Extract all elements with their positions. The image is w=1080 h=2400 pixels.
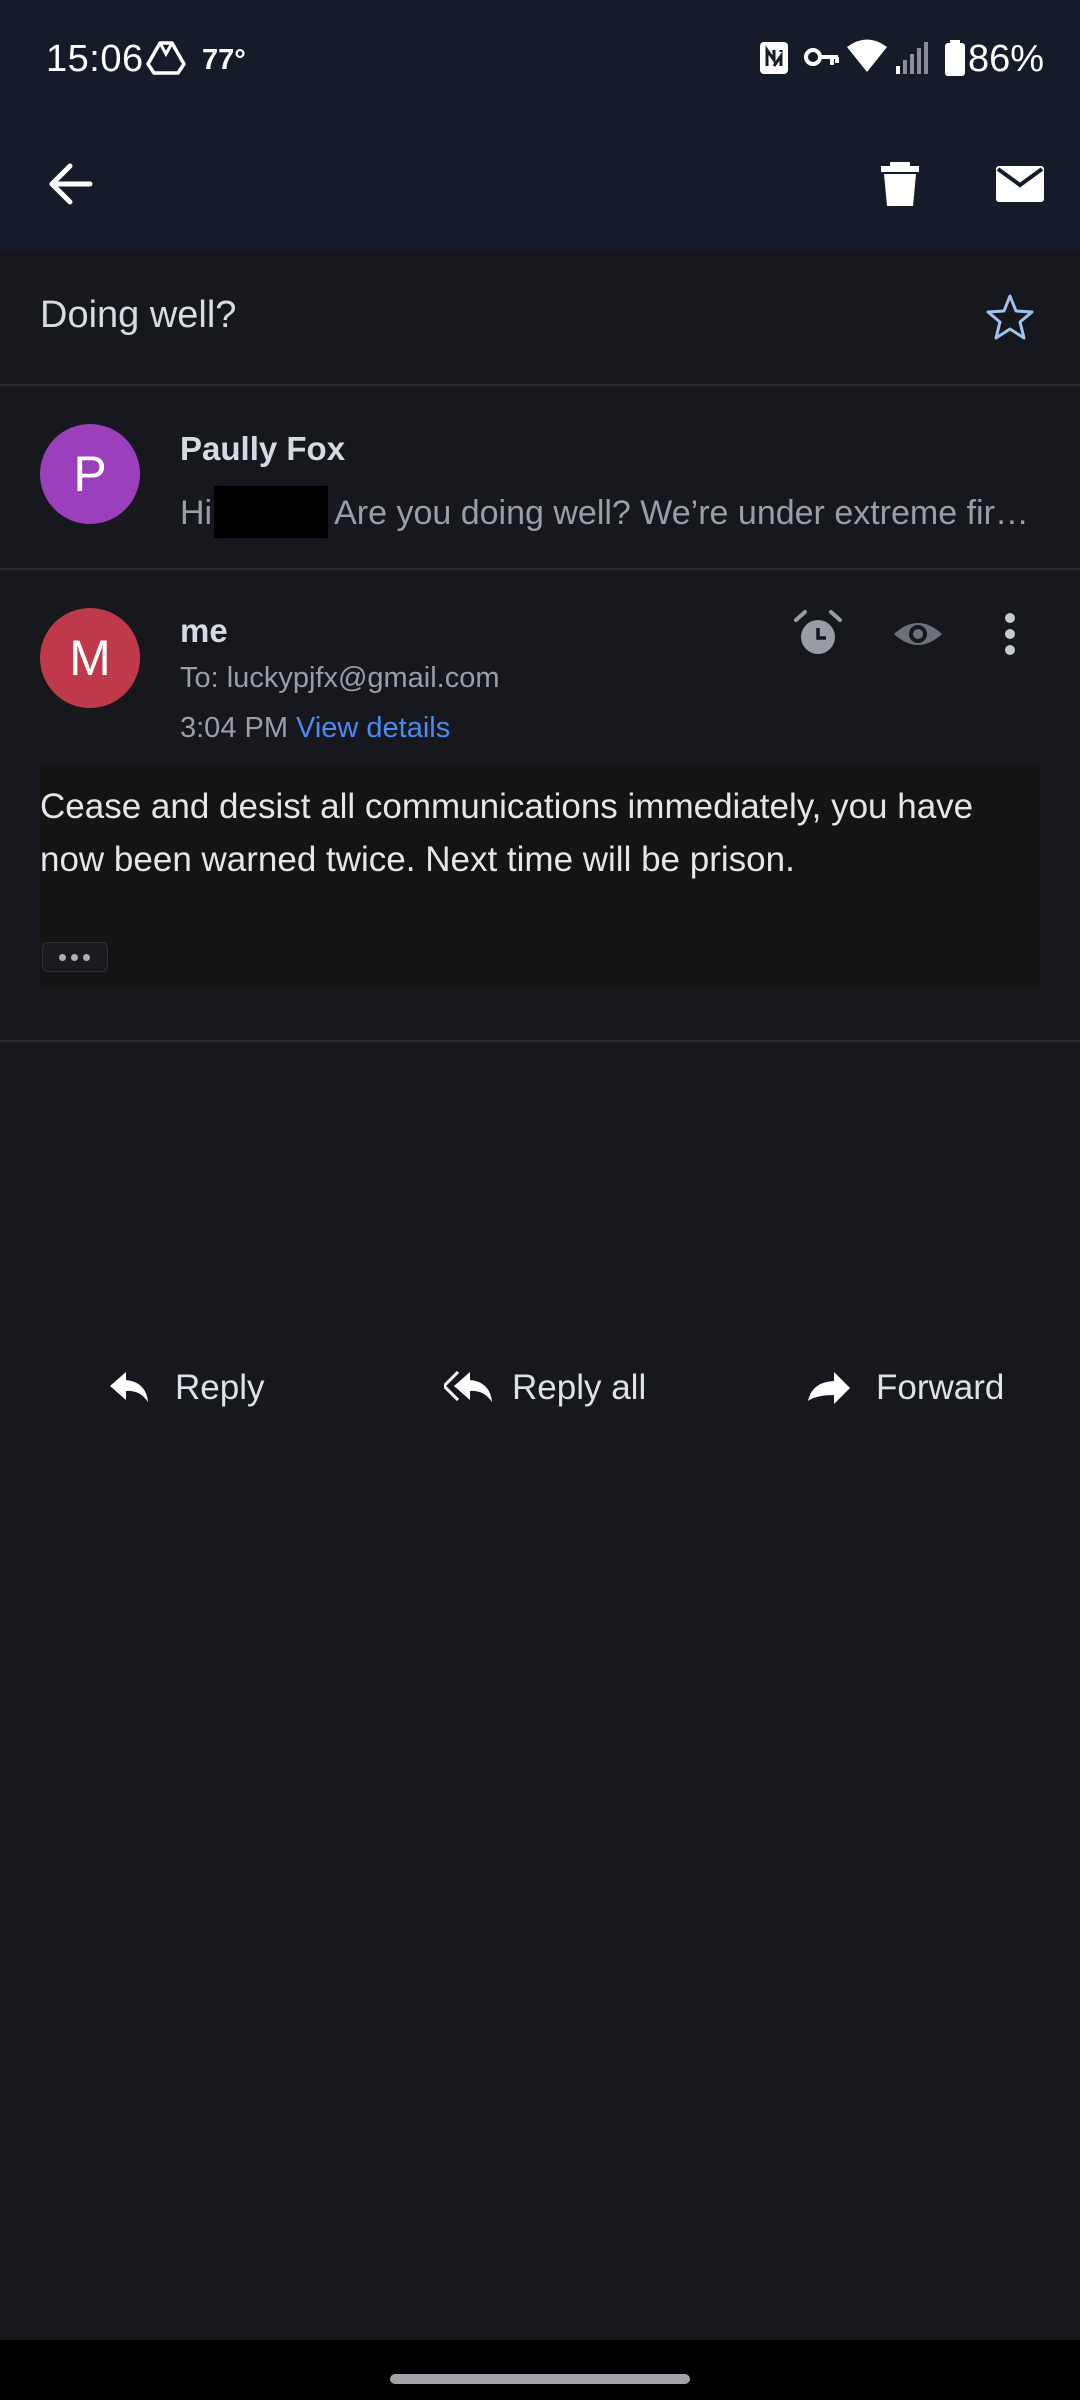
avatar: P bbox=[40, 424, 140, 524]
star-button[interactable] bbox=[980, 288, 1040, 348]
reply-all-icon bbox=[444, 1370, 492, 1402]
snippet-greeting: Hi bbox=[180, 494, 213, 532]
email-thread-screen: 15:06 77° 86% Doing well? P Paully Fox H… bbox=[0, 0, 1080, 2400]
reply-all-button[interactable]: Reply all bbox=[444, 1362, 664, 1418]
wifi-icon bbox=[847, 39, 887, 72]
vpn-key-icon bbox=[804, 48, 839, 66]
back-button[interactable] bbox=[40, 152, 104, 216]
trash-icon bbox=[881, 162, 919, 206]
collapsed-message[interactable]: P Paully Fox Hi Are you doing well? We’re… bbox=[0, 386, 1080, 570]
mark-unread-button[interactable] bbox=[988, 152, 1052, 216]
reply-button[interactable]: Reply bbox=[108, 1362, 268, 1418]
message-body: Cease and desist all communications imme… bbox=[40, 766, 1040, 988]
battery-icon bbox=[945, 40, 965, 76]
message-meta: 3:04 PM View details bbox=[180, 712, 450, 745]
system-navigation-bar bbox=[0, 2340, 1080, 2400]
status-time: 15:06 bbox=[46, 38, 144, 80]
avatar: M bbox=[40, 608, 140, 708]
expanded-message: M me To: luckypjfx@gmail.com 3:04 PM View… bbox=[0, 570, 1080, 1042]
reply-all-label: Reply all bbox=[512, 1368, 647, 1407]
tracking-button[interactable] bbox=[888, 606, 948, 662]
reply-icon bbox=[110, 1372, 148, 1402]
thread-subject: Doing well? bbox=[40, 294, 237, 336]
ellipsis-dot bbox=[59, 954, 66, 961]
more-vert-icon bbox=[1005, 613, 1015, 655]
drive-icon bbox=[146, 41, 186, 75]
sender-name: me bbox=[180, 612, 228, 649]
view-details-link[interactable]: View details bbox=[296, 712, 450, 744]
star-outline-icon bbox=[986, 294, 1034, 340]
nfc-icon bbox=[760, 42, 788, 74]
ellipsis-dot bbox=[83, 954, 90, 961]
reply-label: Reply bbox=[175, 1368, 265, 1407]
show-quoted-text-button[interactable] bbox=[42, 942, 108, 972]
message-body-text: Cease and desist all communications imme… bbox=[40, 787, 974, 879]
ellipsis-dot bbox=[71, 954, 78, 961]
recipient-line: To: luckypjfx@gmail.com bbox=[180, 662, 500, 694]
eye-icon bbox=[894, 623, 942, 645]
forward-label: Forward bbox=[876, 1368, 1005, 1407]
delete-button[interactable] bbox=[868, 152, 932, 216]
status-temperature: 77° bbox=[202, 44, 246, 76]
alarm-clock-icon bbox=[794, 610, 842, 654]
home-indicator[interactable] bbox=[390, 2374, 690, 2384]
snooze-button[interactable] bbox=[790, 606, 846, 662]
forward-button[interactable]: Forward bbox=[806, 1362, 1026, 1418]
mail-icon bbox=[996, 166, 1044, 202]
arrow-left-icon bbox=[49, 163, 93, 205]
message-time: 3:04 PM bbox=[180, 712, 288, 744]
forward-icon bbox=[808, 1372, 850, 1404]
redaction-box bbox=[214, 486, 329, 538]
more-options-button[interactable] bbox=[990, 606, 1030, 662]
message-snippet: Hi Are you doing well? We’re under extrem… bbox=[180, 486, 1040, 538]
subject-row: Doing well? bbox=[0, 250, 1080, 386]
snippet-text: Are you doing well? We’re under extreme … bbox=[334, 494, 1029, 532]
status-bar: 15:06 77° 86% bbox=[0, 0, 1080, 120]
signal-icon bbox=[896, 42, 928, 74]
battery-percent: 86% bbox=[968, 38, 1045, 80]
sender-name: Paully Fox bbox=[180, 430, 346, 467]
app-bar bbox=[0, 120, 1080, 250]
